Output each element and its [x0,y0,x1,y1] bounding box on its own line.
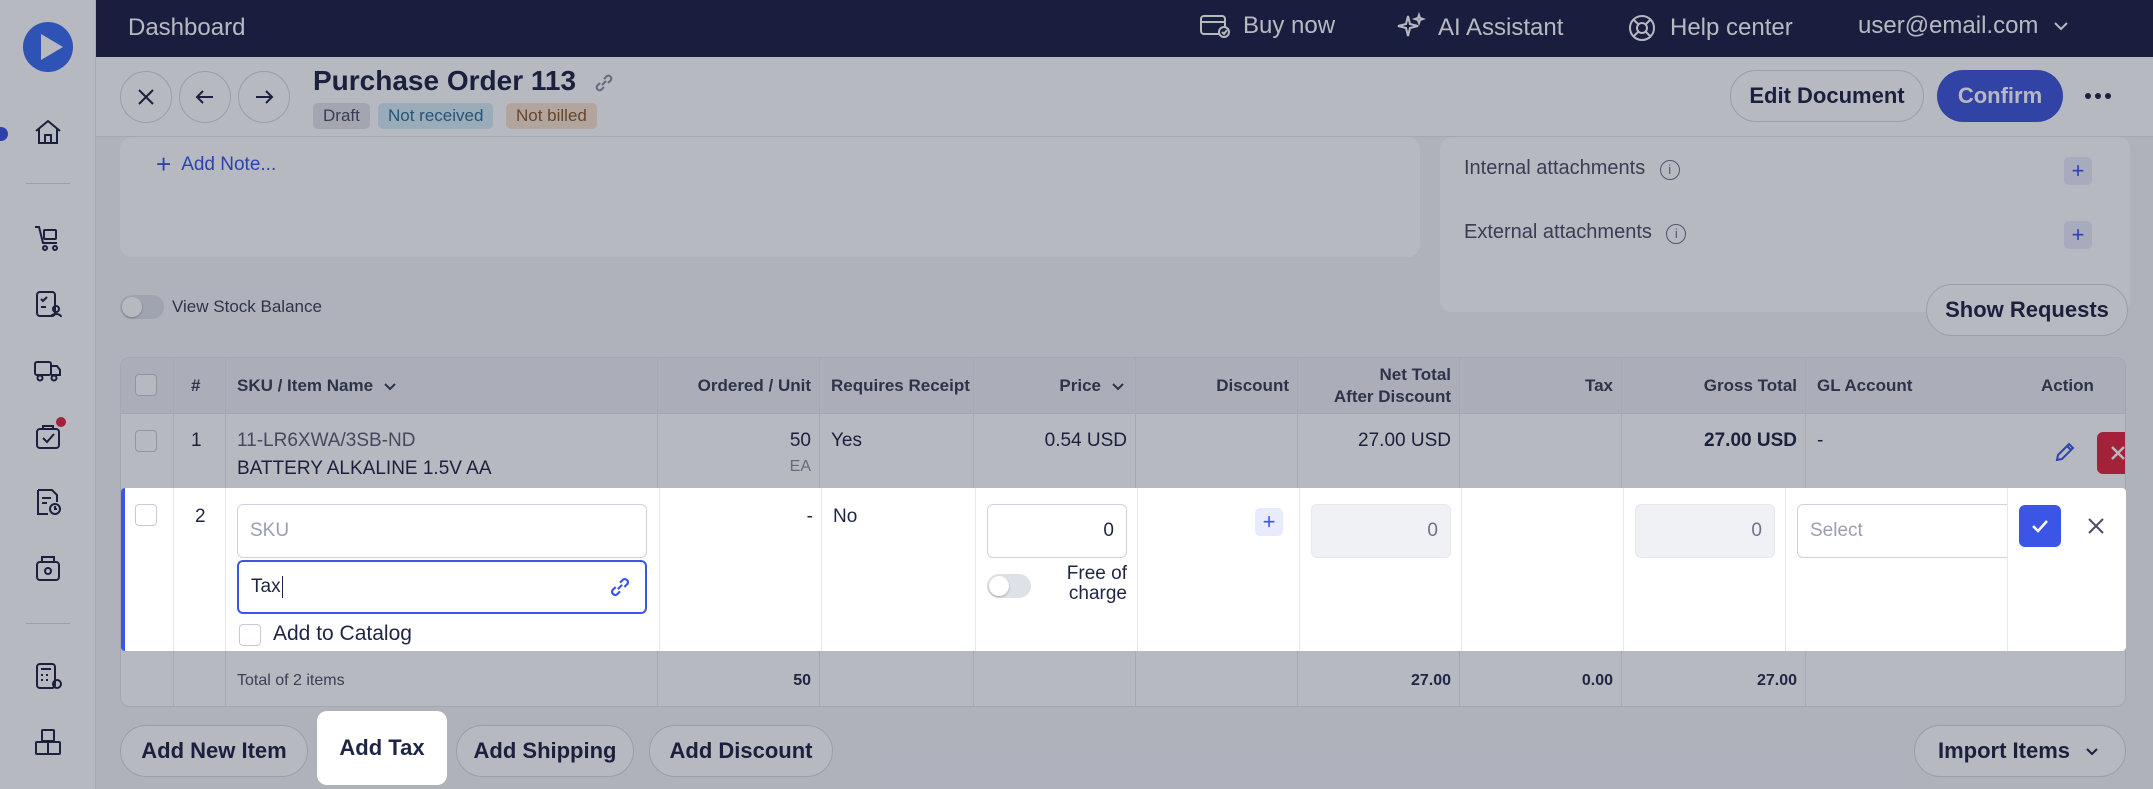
add-tax-spotlight: Add Tax [317,711,447,785]
close-icon [2088,518,2104,534]
item-name-input[interactable]: Tax [237,560,647,614]
check-icon [2032,520,2048,533]
net-total-field: 0 [1311,504,1451,558]
table-footer: Total of 2 items 50 27.00 0.00 27.00 [237,672,1797,689]
link-icon[interactable] [607,574,633,600]
row-checkbox[interactable] [135,504,157,526]
edit-item-row: 2 SKU Tax Add to Catalog - No 0 Free of … [121,488,2126,651]
sku-input[interactable]: SKU [237,504,647,558]
price-input[interactable]: 0 [987,504,1127,558]
add-to-catalog-label: Add to Catalog [273,622,412,645]
gross-total-field: 0 [1635,504,1775,558]
add-discount-row-button[interactable]: + [1255,508,1283,536]
gl-account-select[interactable]: Select [1797,504,2007,558]
cancel-row-button[interactable] [2075,505,2117,547]
free-of-charge-toggle[interactable] [987,574,1031,598]
save-row-button[interactable] [2019,505,2061,547]
free-of-charge-label: Free of charge [1066,563,1127,604]
add-tax-button[interactable]: Add Tax [325,724,439,772]
add-to-catalog-checkbox[interactable] [239,624,261,646]
